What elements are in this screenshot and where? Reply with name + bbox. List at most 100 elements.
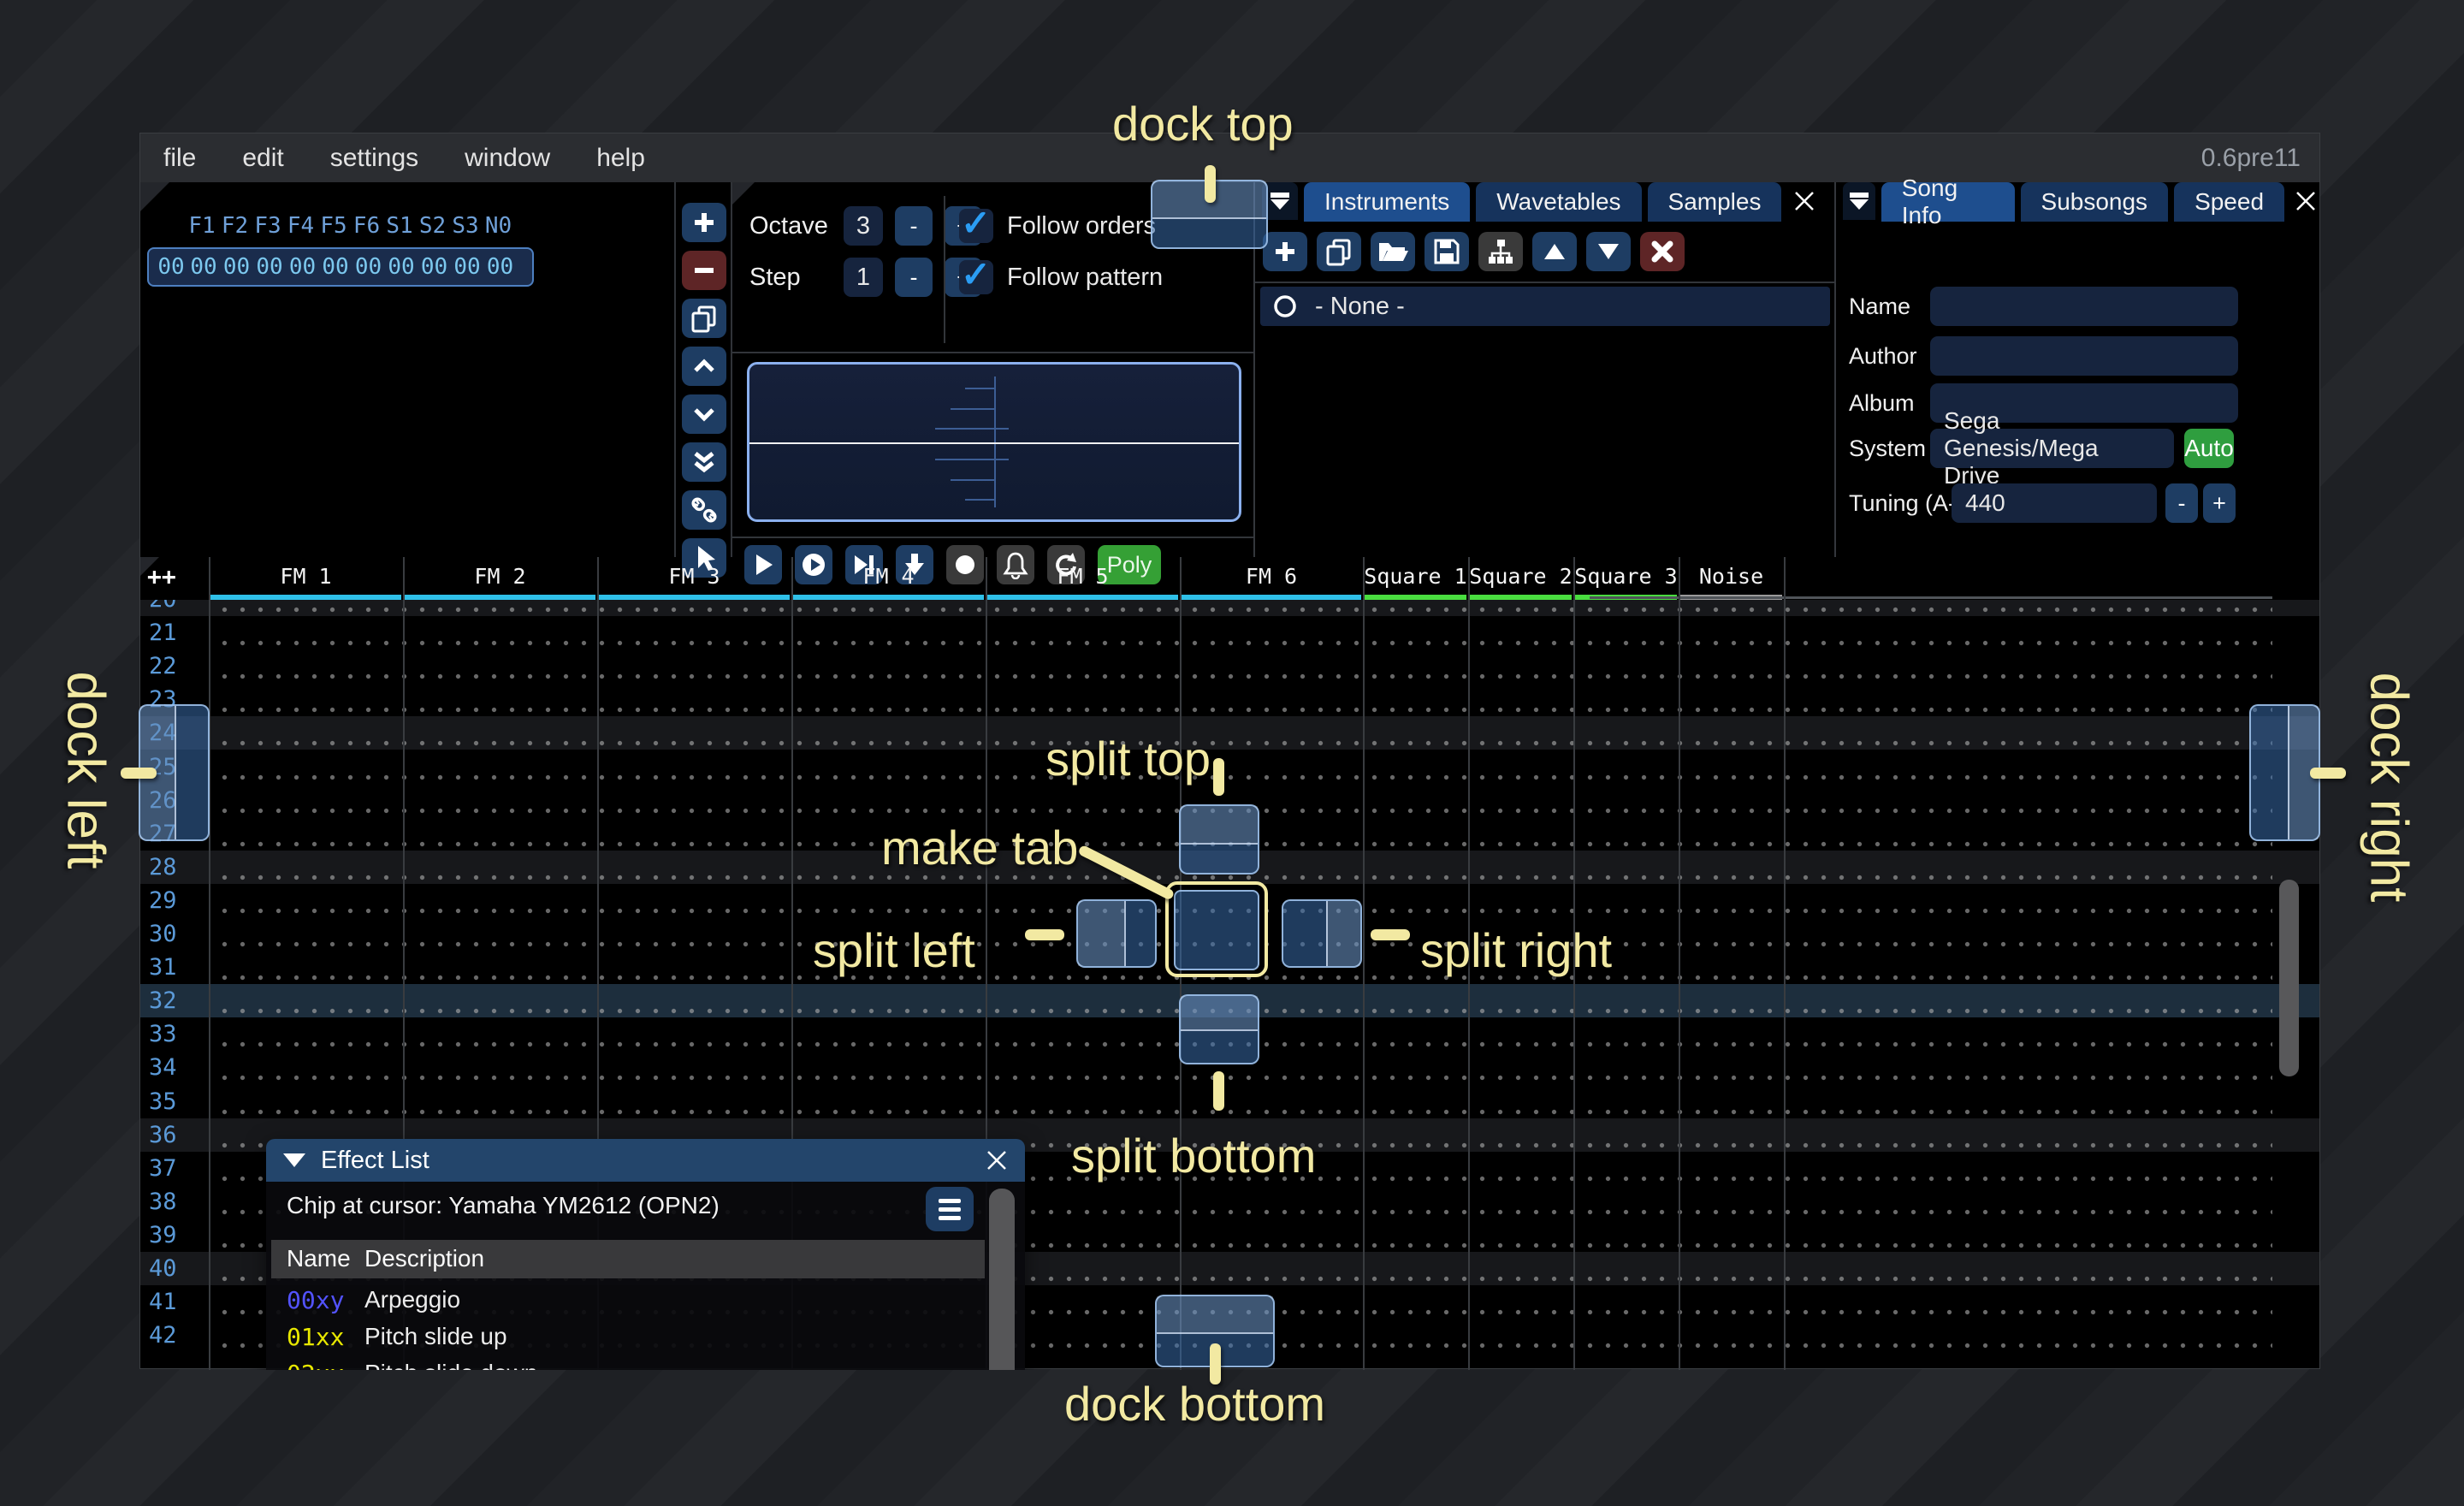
empty-pattern-cells [212,1085,2272,1118]
effect-code: 01xx [287,1323,344,1351]
songinfo-collapse-button[interactable] [1843,182,1875,220]
order-cell[interactable]: 00 [483,254,518,280]
orders-selected-row[interactable]: 0000000000000000000000 [147,247,534,287]
duplicate-order-button[interactable] [682,299,726,338]
save-instrument-button[interactable] [1424,232,1469,271]
split-top-target[interactable] [1179,804,1259,875]
instrument-up-button[interactable] [1532,232,1577,271]
delete-instrument-button[interactable] [1640,232,1685,271]
menu-item-file[interactable]: file [140,144,219,173]
tuning-field[interactable]: 440 [1952,483,2157,523]
effect-list-row[interactable]: 02xxPitch slide down [271,1355,1007,1370]
pattern-row[interactable]: 21 [140,616,2319,649]
instruments-tab-instruments[interactable]: Instruments [1304,182,1470,222]
order-cell[interactable]: 00 [187,254,221,280]
follow-orders-checkbox[interactable]: ✓ [959,209,993,243]
close-icon[interactable] [986,1149,1008,1171]
tuning-minus-button[interactable]: - [2165,483,2198,523]
effect-list-scrollbar[interactable] [989,1189,1015,1370]
pattern-corner-button[interactable]: ++ [147,562,176,590]
collapse-icon[interactable] [283,1153,305,1167]
channel-header-square-2[interactable]: Square 2 [1468,564,1573,589]
pattern-row[interactable]: 35 [140,1085,2319,1118]
split-right-target[interactable] [1282,899,1362,968]
order-up-button[interactable] [682,347,726,386]
channel-header-fm-6[interactable]: FM 6 [1180,564,1363,589]
split-left-target[interactable] [1076,899,1157,968]
row-number: 35 [149,1088,177,1115]
make-tab-label: make tab [881,820,1078,875]
effect-table-header[interactable]: Name Description [271,1240,985,1278]
add-order-button[interactable] [682,203,726,242]
folder-tree-icon[interactable] [1478,232,1523,271]
step-value[interactable]: 1 [844,258,883,297]
order-cell[interactable]: 00 [252,254,287,280]
order-cell[interactable]: 00 [418,254,452,280]
channel-header-fm-5[interactable]: FM 5 [986,564,1180,589]
channel-header-fm-1[interactable]: FM 1 [209,564,403,589]
menu-item-window[interactable]: window [441,144,573,173]
follow-pattern-checkbox[interactable]: ✓ [959,260,993,294]
order-bottom-button[interactable] [682,442,726,482]
row-number: 42 [149,1322,177,1349]
remove-order-button[interactable] [682,251,726,290]
songinfo-close-icon[interactable] [2290,182,2321,220]
step-minus-button[interactable]: - [895,258,933,297]
hamburger-menu-button[interactable] [926,1187,974,1231]
instrument-list-item[interactable]: - None - [1260,287,1830,326]
octave-minus-button[interactable]: - [895,206,933,246]
order-cell[interactable]: 00 [352,254,386,280]
pattern-row[interactable]: 20 [140,600,2319,616]
split-bottom-target[interactable] [1179,994,1259,1064]
menu-item-settings[interactable]: settings [307,144,441,173]
make-tab-target[interactable] [1165,881,1268,977]
broken-link-icon[interactable] [682,490,726,530]
tuning-plus-button[interactable]: + [2203,483,2236,523]
order-cell[interactable]: 00 [220,254,254,280]
album-label: Album [1849,390,1915,417]
instruments-tab-wavetables[interactable]: Wavetables [1476,182,1641,222]
pattern-row[interactable]: 22 [140,649,2319,683]
songinfo-tab-speed[interactable]: Speed [2174,182,2284,222]
effect-list-row[interactable]: 00xyArpeggio [271,1282,1007,1319]
dock-right-label: dock right [2359,673,2420,903]
octave-value[interactable]: 3 [844,206,883,246]
pattern-row[interactable]: 25 [140,750,2319,784]
header-underline-extension [1590,596,2272,599]
channel-header-square-3[interactable]: Square 3 [1573,564,1679,589]
channel-header-fm-2[interactable]: FM 2 [403,564,597,589]
menu-item-edit[interactable]: edit [219,144,306,173]
check-icon: ✓ [961,202,991,244]
pattern-row[interactable]: 24 [140,716,2319,750]
channel-header-fm-4[interactable]: FM 4 [791,564,986,589]
menu-item-help[interactable]: help [573,144,668,173]
name-field[interactable] [1930,287,2238,326]
author-field[interactable] [1930,336,2238,376]
pattern-row[interactable]: 23 [140,683,2319,716]
duplicate-instrument-button[interactable] [1317,232,1361,271]
add-instrument-button[interactable] [1263,232,1307,271]
effect-list-titlebar[interactable]: Effect List [266,1139,1025,1182]
row-number: 30 [149,921,177,947]
songinfo-tab-subsongs[interactable]: Subsongs [2021,182,2169,222]
order-cell[interactable]: 00 [286,254,320,280]
system-field[interactable]: Sega Genesis/Mega Drive [1930,429,2174,468]
songinfo-tab-song-info[interactable]: Song Info [1881,182,2015,222]
channel-header-noise[interactable]: Noise [1679,564,1784,589]
channel-header-square-1[interactable]: Square 1 [1363,564,1468,589]
order-cell[interactable]: 00 [318,254,352,280]
order-cell[interactable]: 00 [384,254,418,280]
follow-orders-label: Follow orders [1007,212,1156,240]
effect-list-row[interactable]: 01xxPitch slide up [271,1319,1007,1355]
order-down-button[interactable] [682,394,726,434]
effect-list-window: Effect List Chip at cursor: Yamaha YM261… [266,1139,1025,1370]
open-instrument-button[interactable] [1371,232,1415,271]
pattern-scrollbar[interactable] [2279,880,2299,1076]
instruments-tab-samples[interactable]: Samples [1648,182,1782,222]
auto-button[interactable]: Auto [2184,429,2234,468]
instruments-close-icon[interactable] [1787,182,1821,220]
channel-header-fm-3[interactable]: FM 3 [597,564,791,589]
order-cell[interactable]: 00 [450,254,484,280]
instrument-down-button[interactable] [1586,232,1631,271]
dock-bottom-label: dock bottom [1064,1376,1325,1432]
